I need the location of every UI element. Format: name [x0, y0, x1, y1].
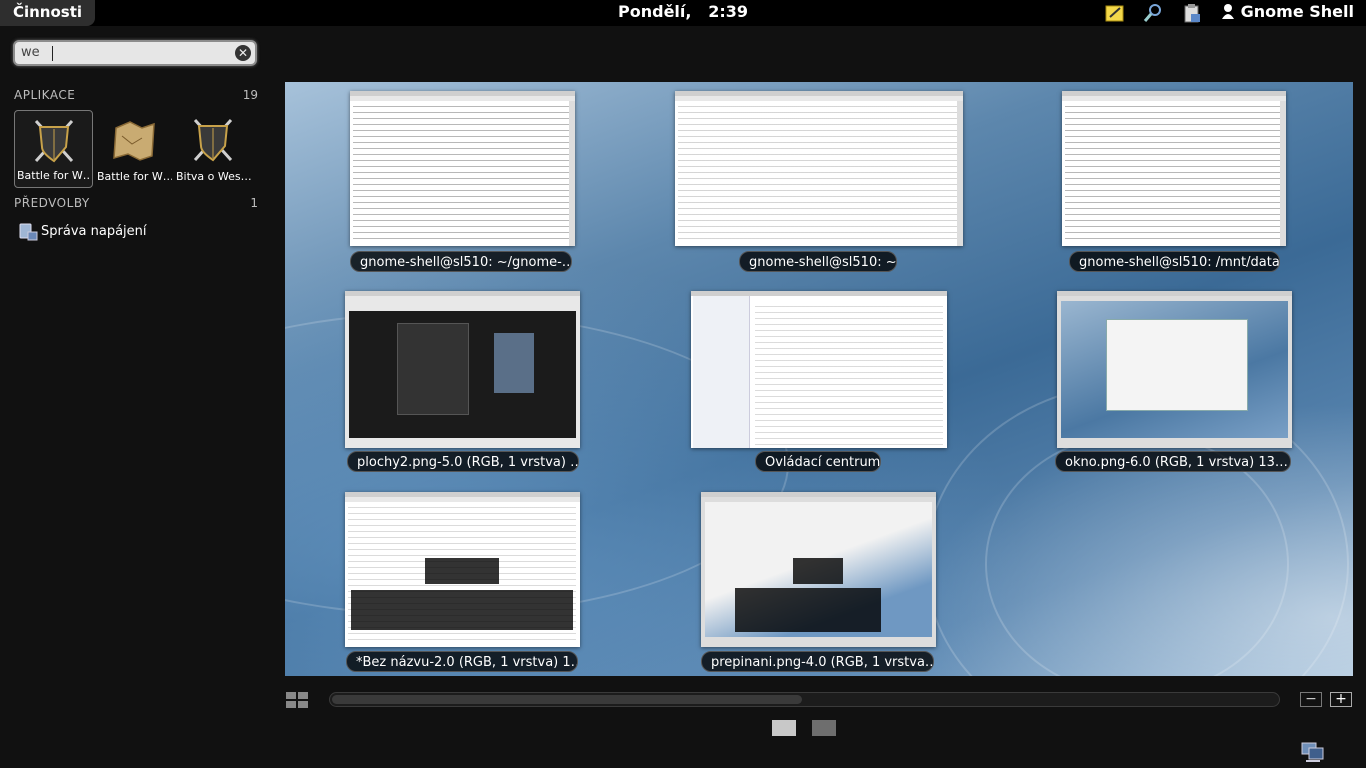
window-title[interactable]: Ovládací centrum: [755, 451, 881, 472]
window-thumbnail[interactable]: [1057, 291, 1292, 448]
scrollbar-thumb[interactable]: [332, 695, 802, 704]
window-title[interactable]: *Bez názvu-2.0 (RGB, 1 vrstva) 1…: [346, 651, 578, 672]
window-title[interactable]: gnome-shell@sl510: /mnt/data: [1069, 251, 1280, 272]
prefs-section-title: PŘEDVOLBY: [14, 196, 90, 210]
user-icon: [1221, 4, 1234, 19]
app-label: Battle for W…: [97, 170, 172, 183]
window-thumbnail[interactable]: [1062, 91, 1286, 246]
workspace-indicator-active[interactable]: [772, 720, 796, 736]
user-menu[interactable]: Gnome Shell: [1221, 0, 1354, 24]
app-label: Bitva o Wes…: [176, 170, 251, 183]
window-grid-icon[interactable]: [286, 692, 308, 708]
search-tool-icon[interactable]: [1143, 3, 1163, 23]
apps-section-title: APLIKACE: [14, 88, 76, 102]
window-title[interactable]: prepinani.png-4.0 (RGB, 1 vrstva…: [701, 651, 934, 672]
clock-time: 2:39: [708, 2, 748, 21]
power-management-icon: [19, 223, 38, 241]
window-thumbnail[interactable]: [345, 291, 580, 448]
shield-icon: [193, 118, 233, 162]
notes-icon[interactable]: [1105, 3, 1125, 23]
window-title[interactable]: gnome-shell@sl510: ~/gnome-…: [350, 251, 572, 272]
user-name: Gnome Shell: [1240, 2, 1354, 21]
shield-icon: [34, 119, 74, 163]
app-bitva-o-wesnoth[interactable]: Bitva o Wes…: [174, 110, 253, 188]
text-caret: [52, 46, 53, 61]
window-title[interactable]: plochy2.png-5.0 (RGB, 1 vrstva) …: [347, 451, 579, 472]
app-label: Battle for W…: [17, 169, 90, 182]
workspace-indicator[interactable]: [812, 720, 836, 736]
window-title[interactable]: gnome-shell@sl510: ~: [739, 251, 897, 272]
clipboard-icon[interactable]: [1182, 3, 1202, 23]
clear-search-icon[interactable]: ✕: [235, 45, 251, 61]
top-panel: Činnosti Pondělí, 2:39 Gnome Shell: [0, 0, 1366, 26]
workspace-scrollbar[interactable]: [329, 692, 1280, 707]
window-title[interactable]: okno.png-6.0 (RGB, 1 vrstva) 13…: [1055, 451, 1291, 472]
window-thumbnail[interactable]: [691, 291, 947, 448]
zoom-out-button[interactable]: −: [1300, 692, 1322, 707]
activities-button[interactable]: Činnosti: [0, 0, 95, 26]
search-text: we: [21, 45, 40, 60]
search-input[interactable]: we ✕: [13, 40, 257, 66]
app-battle-for-wesnoth-2[interactable]: Battle for W…: [95, 110, 174, 188]
app-battle-for-wesnoth-1[interactable]: Battle for W…: [14, 110, 93, 188]
map-icon: [113, 121, 155, 161]
zoom-in-button[interactable]: +: [1330, 692, 1352, 707]
window-thumbnail[interactable]: [701, 492, 936, 647]
workspace[interactable]: gnome-shell@sl510: ~/gnome-… gnome-shell…: [285, 82, 1353, 676]
window-thumbnail[interactable]: [350, 91, 575, 246]
clock-button[interactable]: Pondělí, 2:39: [618, 2, 748, 21]
network-icon[interactable]: [1300, 741, 1326, 763]
window-thumbnail[interactable]: [675, 91, 963, 246]
prefs-count: 1: [250, 196, 258, 210]
pref-label: Správa napájení: [41, 224, 147, 239]
clock-day: Pondělí,: [618, 2, 692, 21]
window-thumbnail[interactable]: [345, 492, 580, 647]
apps-count: 19: [242, 88, 258, 102]
